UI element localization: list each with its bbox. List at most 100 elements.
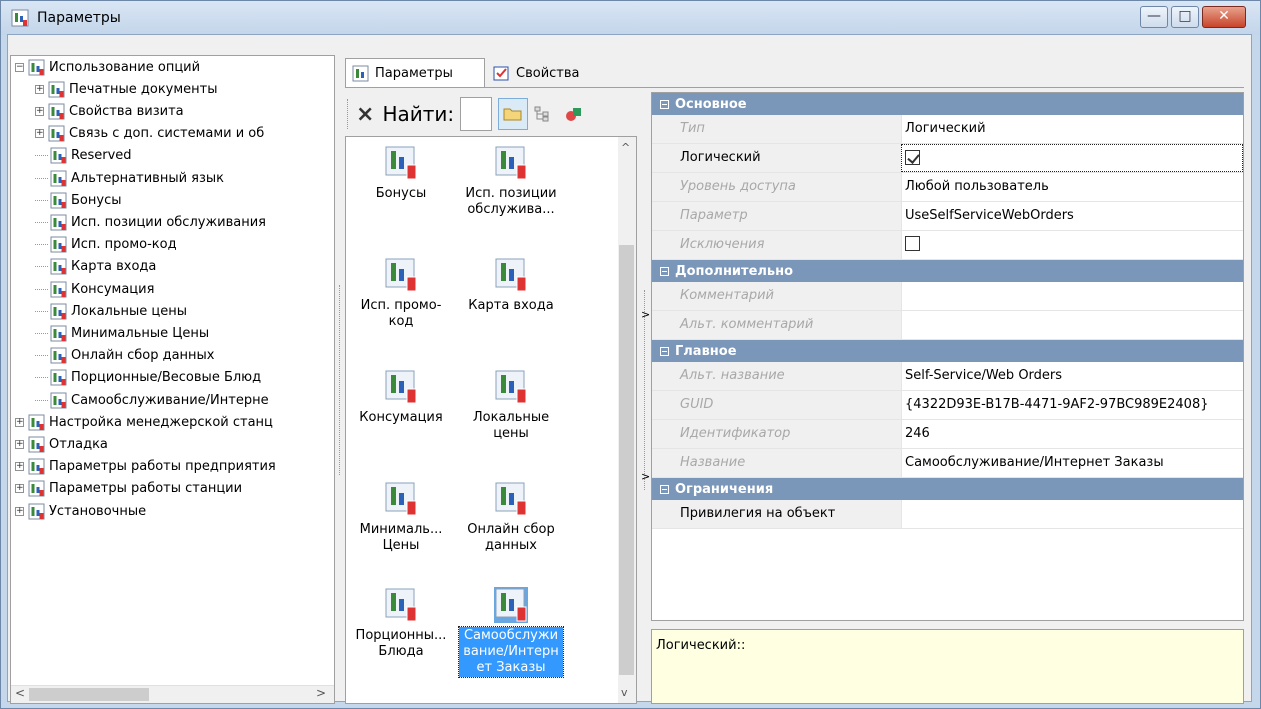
parameter-icon-item[interactable]: Консумация [346,369,456,427]
parameter-icon-item[interactable]: Исп. промо-код [346,257,456,331]
iconlist-vertical-scrollbar[interactable]: ^ v [618,137,636,703]
property-row[interactable]: Альт. комментарий [652,311,1243,340]
collapse-arrow-icon[interactable]: > [641,470,650,483]
expand-icon[interactable]: + [15,506,24,516]
collapse-icon[interactable] [660,484,669,494]
property-value[interactable]: {4322D93E-B17B-4471-9AF2-97BC989E2408} [901,391,1243,419]
tree-view-button[interactable] [528,98,558,130]
property-row[interactable]: Исключения [652,231,1243,260]
parameter-icon-item[interactable]: Локальные цены [456,369,566,443]
tree-item[interactable]: Reserved [35,145,132,167]
tree-item[interactable]: Онлайн сбор данных [35,345,215,367]
parameter-icon-item[interactable]: Минималь... Цены [346,481,456,555]
property-grid[interactable]: Основное Тип Логический Логический Уровень д… [651,92,1244,621]
unchecked-checkbox[interactable] [905,236,920,251]
property-category[interactable]: Дополнительно [652,260,1243,282]
parameter-icon-item[interactable]: Порционны... Блюда [346,587,456,661]
tree-item[interactable]: + Параметры работы предприятия [15,456,276,478]
property-value[interactable]: Логический [901,115,1243,143]
property-row[interactable]: Идентификатор 246 [652,420,1243,449]
expand-icon[interactable]: + [15,484,24,494]
property-value[interactable] [901,231,1243,259]
options-tree[interactable]: < > − Использование опций + Печатные докуме… [10,55,335,704]
tab-properties[interactable]: Свойства [487,58,597,88]
property-category[interactable]: Главное [652,340,1243,362]
tree-item[interactable]: Консумация [35,278,154,300]
expand-icon[interactable]: + [15,462,24,472]
property-value[interactable] [901,311,1243,339]
tree-item[interactable]: Самообслуживание/Интерне [35,389,269,411]
list-splitter[interactable]: > > [641,290,650,490]
parameter-icon-item[interactable]: Исп. позиции обслужива... [456,145,566,219]
property-row[interactable]: Тип Логический [652,115,1243,144]
property-value[interactable]: 246 [901,420,1243,448]
clear-search-icon[interactable]: × [356,102,374,127]
tree-horizontal-scrollbar[interactable]: < > [11,685,334,703]
color-filter-button[interactable] [558,98,588,130]
collapse-icon[interactable] [660,99,669,109]
parameter-icon-item[interactable]: Бонусы [346,145,456,203]
minimize-button[interactable]: — [1140,6,1168,28]
expand-icon[interactable]: + [15,417,24,427]
checked-checkbox[interactable] [905,150,920,165]
parameter-icon-list[interactable]: ^ v Бонусы Исп. позиции обслужива... Исп. … [345,136,637,704]
tree-item[interactable]: Карта входа [35,256,156,278]
scroll-left-icon[interactable]: < [15,686,25,700]
collapse-icon[interactable]: − [15,62,24,72]
parameter-icon-item[interactable]: Самообслуживание/Интернет Заказы [456,587,566,678]
scroll-right-icon[interactable]: > [316,686,326,700]
property-value[interactable] [901,144,1243,172]
property-category[interactable]: Основное [652,93,1243,115]
tree-item[interactable]: Локальные цены [35,300,187,322]
property-value[interactable]: Self-Service/Web Orders [901,362,1243,390]
tab-parameters[interactable]: Параметры [345,58,485,88]
property-category[interactable]: Ограничения [652,478,1243,500]
property-row[interactable]: Привилегия на объект [652,500,1243,529]
tree-item[interactable]: Альтернативный язык [35,167,224,189]
expand-icon[interactable]: + [15,439,24,449]
tree-item[interactable]: + Установочные [15,500,146,522]
tree-item[interactable]: + Связь с доп. системами и об [35,123,264,145]
tree-splitter[interactable] [339,285,342,475]
scroll-down-icon[interactable]: v [621,686,628,699]
tree-item[interactable]: Минимальные Цены [35,322,209,344]
parameter-icon-item[interactable]: Карта входа [456,257,566,315]
property-value[interactable]: UseSelfServiceWebOrders [901,202,1243,230]
property-row[interactable]: Уровень доступа Любой пользователь [652,173,1243,202]
property-row[interactable]: Комментарий [652,282,1243,311]
expand-icon[interactable]: + [35,84,44,94]
property-row[interactable]: Название Самообслуживание/Интернет Заказы [652,449,1243,478]
tree-item[interactable]: Порционные/Весовые Блюд [35,367,261,389]
tree-item[interactable]: + Настройка менеджерской станц [15,411,273,433]
property-row[interactable]: Логический [652,144,1243,173]
property-value[interactable]: Любой пользователь [901,173,1243,201]
property-value[interactable]: Самообслуживание/Интернет Заказы [901,449,1243,477]
collapse-icon[interactable] [660,266,669,276]
title-bar[interactable]: Параметры — □ ✕ [1,1,1260,35]
tree-item[interactable]: + Печатные документы [35,78,218,100]
property-row[interactable]: Параметр UseSelfServiceWebOrders [652,202,1243,231]
property-row[interactable]: GUID {4322D93E-B17B-4471-9AF2-97BC989E240… [652,391,1243,420]
expand-icon[interactable]: + [35,106,44,116]
collapse-arrow-icon[interactable]: > [641,308,650,321]
collapse-icon[interactable] [660,346,669,356]
expand-icon[interactable]: + [35,129,44,139]
parameter-icon-item[interactable]: Онлайн сбор данных [456,481,566,555]
scroll-thumb[interactable] [29,688,149,701]
property-row[interactable]: Альт. название Self-Service/Web Orders [652,362,1243,391]
scroll-up-icon[interactable]: ^ [621,141,630,154]
folder-view-button[interactable] [498,98,529,130]
tree-item[interactable]: Исп. промо-код [35,234,177,256]
tree-item[interactable]: − Использование опций [15,56,200,78]
tree-item[interactable]: + Отладка [15,433,108,455]
maximize-button[interactable]: □ [1171,6,1199,28]
tree-item[interactable]: Исп. позиции обслуживания [35,211,266,233]
property-value[interactable] [901,500,1243,528]
tree-item[interactable]: + Свойства визита [35,100,184,122]
toolbar-grip[interactable] [347,99,350,129]
close-button[interactable]: ✕ [1202,6,1246,28]
tree-item[interactable]: Бонусы [35,189,121,211]
tree-item[interactable]: + Параметры работы станции [15,478,242,500]
scroll-thumb[interactable] [619,245,634,675]
property-value[interactable] [901,282,1243,310]
